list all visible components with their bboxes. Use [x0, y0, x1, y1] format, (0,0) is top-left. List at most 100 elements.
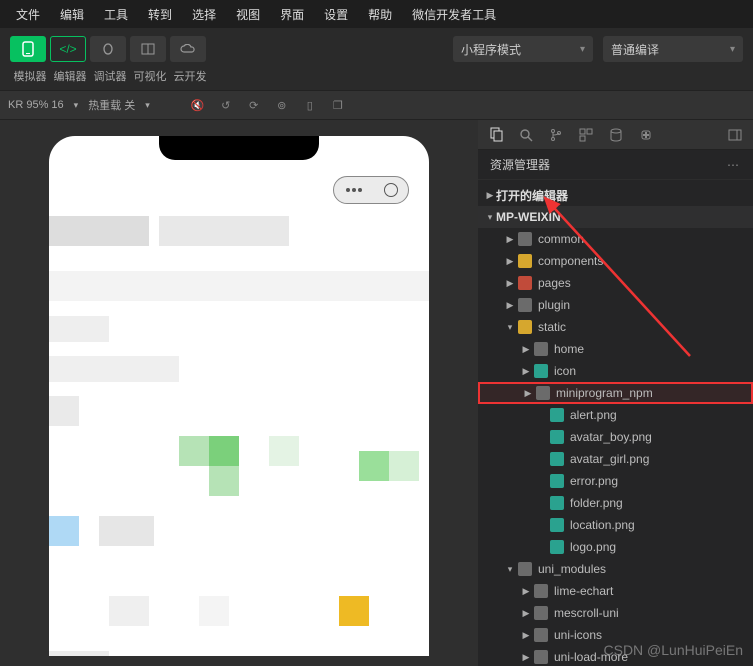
tree-node-label: icon: [554, 364, 576, 378]
device-notch: [159, 136, 319, 160]
volume-icon[interactable]: 🔇: [190, 97, 206, 113]
tree-node[interactable]: ▶plugin: [478, 294, 753, 316]
simulator-content: [49, 216, 429, 656]
toolbar-label: 编辑器: [50, 68, 90, 84]
chevron-down-icon: ▾: [504, 564, 516, 575]
menu-item[interactable]: 选择: [182, 6, 226, 23]
tree-node-label: lime-echart: [554, 584, 613, 598]
more-icon[interactable]: ⋯: [727, 158, 741, 172]
explorer-panel: 资源管理器 ⋯ ▶ 打开的编辑器 ▾ MP-WEIXIN ▶common ▶ com…: [478, 120, 753, 666]
files-icon[interactable]: [488, 127, 504, 143]
toolbar-label: 调试器: [90, 68, 130, 84]
menu-item[interactable]: 微信开发者工具: [402, 6, 506, 23]
menu-item[interactable]: 帮助: [358, 6, 402, 23]
explorer-title-bar: 资源管理器 ⋯: [478, 150, 753, 180]
chevron-right-icon: ▶: [484, 190, 496, 201]
back-arrow-icon[interactable]: ↺: [218, 97, 234, 113]
tree-node[interactable]: ▶ components: [478, 250, 753, 272]
section-project[interactable]: ▾ MP-WEIXIN: [478, 206, 753, 228]
tree-node-label: miniprogram_npm: [556, 386, 653, 400]
explorer-title: 资源管理器: [490, 156, 550, 173]
extensions-icon[interactable]: [578, 127, 594, 143]
chevron-right-icon: ▶: [504, 278, 516, 289]
capsule-menu[interactable]: [333, 176, 409, 204]
menu-item[interactable]: 界面: [270, 6, 314, 23]
mode-dropdown[interactable]: 小程序模式 ▾: [453, 36, 593, 62]
menu-item[interactable]: 设置: [314, 6, 358, 23]
code-icon: </>: [59, 42, 76, 56]
chevron-right-icon: ▶: [520, 630, 532, 641]
editor-button[interactable]: </>: [50, 36, 86, 62]
database-icon[interactable]: [608, 127, 624, 143]
file-icon: [550, 452, 564, 466]
tree-node[interactable]: ▾uni_modules: [478, 558, 753, 580]
tree-node[interactable]: avatar_girl.png: [478, 448, 753, 470]
chevron-right-icon: ▶: [520, 366, 532, 377]
toolbar-label: 可视化: [130, 68, 170, 84]
tree-node[interactable]: folder.png: [478, 492, 753, 514]
folder-icon: [534, 628, 548, 642]
tree-node[interactable]: ▶mescroll-uni: [478, 602, 753, 624]
folder-icon: [518, 320, 532, 334]
compile-dropdown-label: 普通编译: [611, 41, 659, 58]
tree-node-label: components: [538, 254, 603, 268]
toolbar-label: 云开发: [170, 68, 210, 84]
refresh-icon[interactable]: ⟳: [246, 97, 262, 113]
hot-reload-toggle[interactable]: 热重载 关: [88, 97, 135, 113]
tree-node[interactable]: ▶lime-echart: [478, 580, 753, 602]
home-icon[interactable]: ⊚: [274, 97, 290, 113]
cloud-button[interactable]: [170, 36, 206, 62]
tree-node[interactable]: ▶common: [478, 228, 753, 250]
tree-node-label: folder.png: [570, 496, 623, 510]
windows-icon[interactable]: ❐: [330, 97, 346, 113]
tree-node[interactable]: ▾static: [478, 316, 753, 338]
menu-item[interactable]: 编辑: [50, 6, 94, 23]
search-icon[interactable]: [518, 127, 534, 143]
branch-icon[interactable]: [548, 127, 564, 143]
tree-node-label: pages: [538, 276, 571, 290]
panel-tab-icons: [478, 120, 753, 150]
visual-button[interactable]: [130, 36, 166, 62]
debugger-button[interactable]: [90, 36, 126, 62]
file-icon: [550, 496, 564, 510]
tree-node[interactable]: error.png: [478, 470, 753, 492]
tree-node[interactable]: ▶ icon: [478, 360, 753, 382]
folder-icon: [518, 232, 532, 246]
menu-item[interactable]: 工具: [94, 6, 138, 23]
section-open-editors[interactable]: ▶ 打开的编辑器: [478, 184, 753, 206]
tree-node[interactable]: location.png: [478, 514, 753, 536]
compile-dropdown[interactable]: 普通编译 ▾: [603, 36, 743, 62]
tree-node-label: alert.png: [570, 408, 617, 422]
folder-icon: [534, 584, 548, 598]
layout-icon: [141, 43, 155, 55]
collapse-panel-icon[interactable]: [727, 127, 743, 143]
toolbar-main-group: </> 模拟器编辑器调试器可视化云开发: [10, 36, 210, 84]
device-icon[interactable]: ▯: [302, 97, 318, 113]
tree-node[interactable]: logo.png: [478, 536, 753, 558]
folder-icon: [518, 298, 532, 312]
tree-node[interactable]: ▶miniprogram_npm: [478, 382, 753, 404]
tree-node-label: home: [554, 342, 584, 356]
zoom-level[interactable]: KR 95% 16: [8, 99, 64, 111]
tree-node[interactable]: ▶home: [478, 338, 753, 360]
plugin-icon[interactable]: [638, 127, 654, 143]
tree-node[interactable]: avatar_boy.png: [478, 426, 753, 448]
chevron-down-icon: ▾: [145, 100, 150, 111]
chevron-down-icon: ▾: [74, 100, 79, 111]
file-icon: [534, 364, 548, 378]
chevron-right-icon: ▶: [504, 256, 516, 267]
tree-node[interactable]: alert.png: [478, 404, 753, 426]
cloud-icon: [180, 44, 196, 54]
file-icon: [550, 540, 564, 554]
main-split: 资源管理器 ⋯ ▶ 打开的编辑器 ▾ MP-WEIXIN ▶common ▶ com…: [0, 120, 753, 666]
simulator-button[interactable]: [10, 36, 46, 62]
chevron-right-icon: ▶: [520, 608, 532, 619]
menu-item[interactable]: 视图: [226, 6, 270, 23]
tree-node-label: uni-icons: [554, 628, 602, 642]
menu-item[interactable]: 文件: [6, 6, 50, 23]
phone-icon: [22, 41, 34, 57]
folder-icon: [518, 562, 532, 576]
tree-node[interactable]: ▶ pages: [478, 272, 753, 294]
tree-node-label: logo.png: [570, 540, 616, 554]
menu-item[interactable]: 转到: [138, 6, 182, 23]
